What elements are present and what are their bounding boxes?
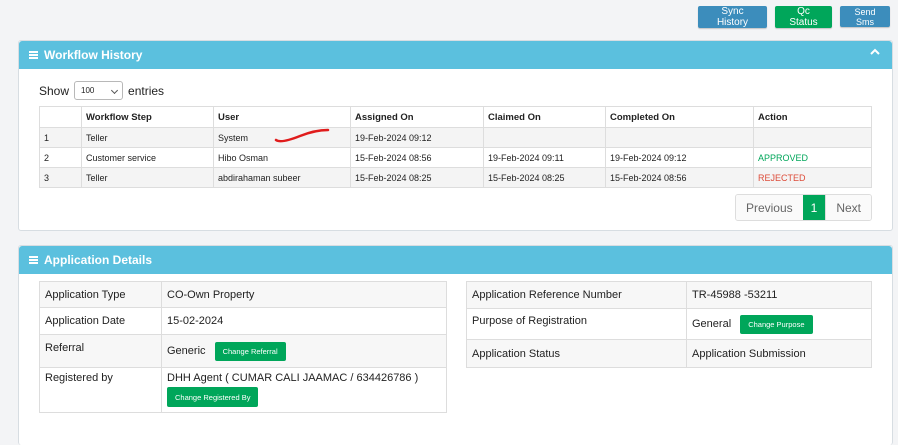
purpose-value: General — [692, 317, 732, 330]
workflow-history-header: Workflow History — [19, 41, 892, 69]
workflow-history-title: Workflow History — [44, 48, 143, 62]
application-status-value: Application Submission — [686, 339, 872, 368]
row-assigned: 15-Feb-2024 08:56 — [350, 147, 484, 168]
row-action — [753, 127, 872, 148]
application-details-panel: Application Details Application Type CO-… — [18, 245, 893, 445]
pagination-previous[interactable]: Previous — [735, 195, 803, 220]
row-step: Teller — [81, 127, 214, 148]
application-date-value: 15-02-2024 — [161, 307, 447, 335]
referral-label: Referral — [39, 334, 162, 368]
application-right-table: Application Reference Number TR-45988 -5… — [466, 281, 872, 368]
row-claimed: 15-Feb-2024 08:25 — [483, 167, 606, 188]
row-assigned: 19-Feb-2024 09:12 — [350, 127, 484, 148]
table-row: 3 Teller abdirahaman subeer 15-Feb-2024 … — [39, 167, 872, 188]
row-index: 3 — [39, 167, 82, 188]
sync-history-button[interactable]: Sync History — [698, 6, 767, 28]
column-header-completed[interactable]: Completed On — [605, 106, 754, 128]
registered-by-cell: DHH Agent ( CUMAR CALI JAAMAC / 63442678… — [161, 367, 447, 413]
table-header-row: Workflow Step User Assigned On Claimed O… — [39, 106, 872, 128]
change-registered-by-button[interactable]: Change Registered By — [167, 387, 259, 407]
row-assigned: 15-Feb-2024 08:25 — [350, 167, 484, 188]
detail-row-type: Application Type CO-Own Property — [39, 281, 447, 308]
detail-row-purpose: Purpose of Registration General Change P… — [466, 308, 872, 340]
detail-row-reference: Application Reference Number TR-45988 -5… — [466, 281, 872, 309]
row-completed — [605, 127, 754, 148]
top-action-bar: Sync History Qc Status Send Sms — [698, 6, 890, 28]
application-left-table: Application Type CO-Own Property Applica… — [39, 281, 447, 413]
table-row: 2 Customer service Hibo Osman 15-Feb-202… — [39, 147, 872, 168]
referral-value: Generic — [167, 344, 206, 357]
pagination: Previous 1 Next — [734, 194, 872, 221]
row-step: Customer service — [81, 147, 214, 168]
row-step: Teller — [81, 167, 214, 188]
column-header-action[interactable]: Action — [753, 106, 872, 128]
column-header-user[interactable]: User — [213, 106, 351, 128]
referral-cell: Generic Change Referral — [161, 334, 447, 368]
entries-label: entries — [128, 83, 165, 98]
row-action-status: REJECTED — [753, 167, 872, 188]
row-completed: 19-Feb-2024 09:12 — [605, 147, 754, 168]
chevron-up-icon[interactable] — [870, 47, 880, 57]
reference-number-value: TR-45988 -53211 — [686, 281, 872, 309]
application-details-header: Application Details — [19, 246, 892, 274]
purpose-cell: General Change Purpose — [686, 308, 872, 340]
reference-number-label: Application Reference Number — [466, 281, 687, 309]
row-action-status: APPROVED — [753, 147, 872, 168]
send-sms-button[interactable]: Send Sms — [840, 6, 890, 27]
row-claimed: 19-Feb-2024 09:11 — [483, 147, 606, 168]
column-header-step[interactable]: Workflow Step — [81, 106, 214, 128]
application-status-label: Application Status — [466, 339, 687, 368]
list-icon — [29, 51, 38, 59]
entries-select[interactable]: 100 — [74, 81, 124, 100]
table-row: 1 Teller System 19-Feb-2024 09:12 — [39, 127, 872, 148]
column-header-assigned[interactable]: Assigned On — [350, 106, 484, 128]
column-header-index — [39, 106, 82, 128]
application-details-title: Application Details — [44, 253, 153, 267]
row-user: Hibo Osman — [213, 147, 351, 168]
workflow-table: Workflow Step User Assigned On Claimed O… — [39, 106, 872, 188]
row-index: 1 — [39, 127, 82, 148]
detail-row-status: Application Status Application Submissio… — [466, 339, 872, 368]
qc-status-button[interactable]: Qc Status — [775, 6, 832, 28]
detail-row-date: Application Date 15-02-2024 — [39, 307, 447, 335]
row-claimed — [483, 127, 606, 148]
annotation-underline-mark — [274, 128, 330, 143]
entries-value: 100 — [81, 86, 95, 95]
row-completed: 15-Feb-2024 08:56 — [605, 167, 754, 188]
application-type-value: CO-Own Property — [161, 281, 447, 308]
entries-control: Show 100 entries — [39, 81, 164, 100]
application-type-label: Application Type — [39, 281, 162, 308]
pagination-next[interactable]: Next — [825, 195, 871, 220]
registered-by-value: DHH Agent ( CUMAR CALI JAAMAC / 63442678… — [167, 372, 419, 384]
change-purpose-button[interactable]: Change Purpose — [740, 314, 813, 334]
pagination-page-1[interactable]: 1 — [802, 195, 826, 220]
column-header-claimed[interactable]: Claimed On — [483, 106, 606, 128]
application-date-label: Application Date — [39, 307, 162, 335]
row-index: 2 — [39, 147, 82, 168]
row-user: abdirahaman subeer — [213, 167, 351, 188]
show-label: Show — [39, 83, 70, 98]
registered-by-label: Registered by — [39, 367, 162, 413]
detail-row-registered: Registered by DHH Agent ( CUMAR CALI JAA… — [39, 367, 447, 413]
change-referral-button[interactable]: Change Referral — [214, 341, 286, 361]
list-icon — [29, 256, 38, 264]
chevron-down-icon — [110, 86, 119, 95]
workflow-history-panel: Workflow History Show 100 entries Workfl… — [18, 40, 893, 231]
detail-row-referral: Referral Generic Change Referral — [39, 334, 447, 368]
purpose-label: Purpose of Registration — [466, 308, 687, 340]
